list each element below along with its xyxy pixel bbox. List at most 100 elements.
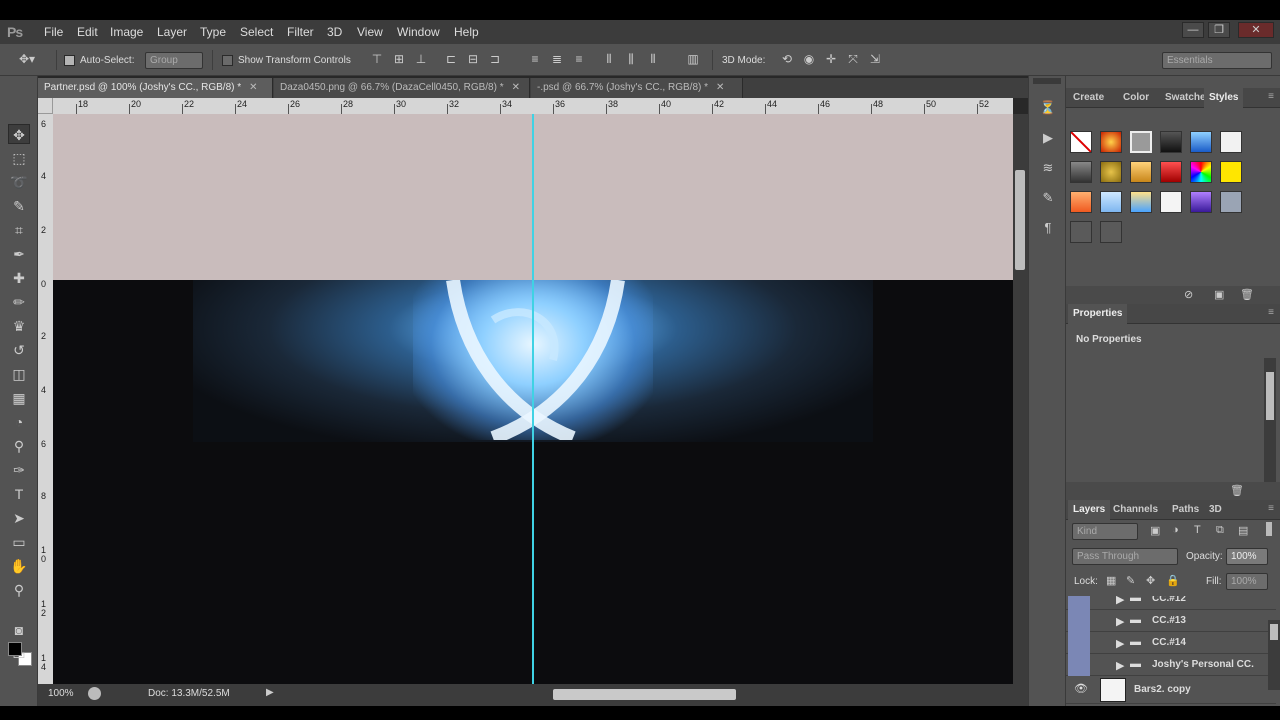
style-swatch[interactable] <box>1100 191 1122 213</box>
style-swatch[interactable] <box>1160 191 1182 213</box>
type-icon[interactable]: T <box>8 484 30 504</box>
auto-select-dropdown[interactable]: Group <box>145 52 203 69</box>
filter-type-icon[interactable]: T <box>1194 524 1201 536</box>
tab-create[interactable]: Create <box>1068 88 1109 108</box>
eye-icon[interactable]: 👁 <box>1074 682 1088 695</box>
expand-arrow-icon[interactable]: ▶ <box>1116 596 1124 606</box>
blend-mode-dropdown[interactable]: Pass Through <box>1072 548 1178 565</box>
distribute-bottom-icon[interactable]: ≡ <box>570 50 588 68</box>
auto-align-icon[interactable]: ▥ <box>684 50 702 68</box>
layer-row[interactable]: ▶ ▬ CC.#13 <box>1066 610 1276 632</box>
distribute-hcenter-icon[interactable]: ⫼ <box>622 50 640 68</box>
visibility-cell[interactable] <box>1068 632 1090 654</box>
lock-all-icon[interactable]: 🔒 <box>1166 574 1180 587</box>
panel-menu-icon[interactable]: ≡ <box>1268 91 1274 102</box>
pen-icon[interactable]: ✑ <box>8 460 30 480</box>
style-swatch[interactable] <box>1220 161 1242 183</box>
panel-menu-icon[interactable]: ≡ <box>1268 503 1274 514</box>
menu-filter[interactable]: Filter <box>287 25 314 39</box>
menu-help[interactable]: Help <box>454 25 479 39</box>
align-right-icon[interactable]: ⊐ <box>486 50 504 68</box>
close-icon[interactable]: ✕ <box>249 82 257 93</box>
menu-edit[interactable]: Edit <box>77 25 98 39</box>
style-swatch[interactable] <box>1190 131 1212 153</box>
tab-partner[interactable]: Partner.psd @ 100% (Joshy's CC., RGB/8) … <box>38 78 273 98</box>
filter-toggle[interactable] <box>1266 522 1272 536</box>
layer-name[interactable]: CC.#13 <box>1152 615 1186 626</box>
style-swatch[interactable] <box>1220 131 1242 153</box>
align-bottom-icon[interactable]: ⊥ <box>412 50 430 68</box>
close-button[interactable]: ✕ <box>1238 22 1274 38</box>
layer-filter-dropdown[interactable]: Kind <box>1072 523 1138 540</box>
style-swatch[interactable] <box>1100 161 1122 183</box>
show-transform-checkbox[interactable] <box>222 55 233 66</box>
align-top-icon[interactable]: ⊤ <box>368 50 386 68</box>
style-swatch[interactable] <box>1100 131 1122 153</box>
zoom-level[interactable]: 100% <box>48 688 74 699</box>
align-left-icon[interactable]: ⊏ <box>442 50 460 68</box>
character-icon[interactable]: ¶ <box>1038 218 1058 238</box>
eyedropper-icon[interactable]: ✒ <box>8 244 30 264</box>
layers-scrollbar[interactable] <box>1268 620 1280 690</box>
workspace-dropdown[interactable]: Essentials <box>1162 52 1272 69</box>
horizontal-ruler[interactable]: 18 20 22 24 26 28 30 32 34 36 38 40 42 44 46 48 50 52 <box>53 98 1013 114</box>
horizontal-scrollbar[interactable] <box>288 689 1008 700</box>
vertical-scroll-thumb[interactable] <box>1015 170 1025 270</box>
eraser-icon[interactable]: ◫ <box>8 364 30 384</box>
move-icon[interactable]: ✥ <box>8 124 30 144</box>
stamp-icon[interactable]: ♛ <box>8 316 30 336</box>
properties-scrollbar[interactable] <box>1264 358 1276 482</box>
lock-transparent-icon[interactable]: ▦ <box>1106 574 1116 587</box>
fill-input[interactable]: 100% <box>1226 573 1268 590</box>
menu-3d[interactable]: 3D <box>327 25 342 39</box>
auto-select-checkbox[interactable] <box>64 55 75 66</box>
layer-name[interactable]: Joshy's Personal CC. <box>1152 659 1254 670</box>
style-swatch[interactable] <box>1130 161 1152 183</box>
canvas[interactable] <box>53 114 1013 684</box>
distribute-top-icon[interactable]: ≡ <box>526 50 544 68</box>
tab-color[interactable]: Color <box>1118 88 1154 108</box>
vertical-scrollbar[interactable] <box>1013 114 1028 684</box>
style-none[interactable] <box>1070 131 1092 153</box>
lock-image-icon[interactable]: ✎ <box>1126 574 1135 587</box>
3d-rotate-icon[interactable]: ⟲ <box>778 50 796 68</box>
3d-roll-icon[interactable]: ◉ <box>800 50 818 68</box>
filter-smart-object-icon[interactable]: ▤ <box>1238 524 1248 537</box>
gradient-icon[interactable]: ▦ <box>8 388 30 408</box>
layer-name[interactable]: CC.#14 <box>1152 637 1186 648</box>
layer-name[interactable]: Bars2. copy <box>1134 684 1191 695</box>
style-swatch[interactable] <box>1160 161 1182 183</box>
hand-icon[interactable]: ✋ <box>8 556 30 576</box>
layer-row[interactable]: ▶ ▬ Joshy's Personal CC. <box>1066 654 1276 676</box>
style-swatch[interactable] <box>1190 161 1212 183</box>
crop-icon[interactable]: ⌗ <box>8 220 30 240</box>
panel-menu-icon[interactable]: ≡ <box>1268 307 1274 318</box>
horizontal-scroll-thumb[interactable] <box>553 689 736 700</box>
zoom-icon[interactable]: ⚲ <box>8 580 30 600</box>
ruler-origin[interactable] <box>38 98 53 114</box>
menu-layer[interactable]: Layer <box>157 25 187 39</box>
3d-slide-icon[interactable]: ⤧ <box>844 50 862 68</box>
tab-psd[interactable]: -.psd @ 66.7% (Joshy's CC., RGB/8) * ✕ <box>531 78 743 98</box>
lock-position-icon[interactable]: ✥ <box>1146 574 1155 587</box>
menu-view[interactable]: View <box>357 25 383 39</box>
dodge-icon[interactable]: ⚲ <box>8 436 30 456</box>
brush-icon[interactable]: ✏ <box>8 292 30 312</box>
expand-arrow-icon[interactable]: ▶ <box>1116 637 1124 650</box>
close-icon[interactable]: ✕ <box>716 82 724 93</box>
shape-icon[interactable]: ▭ <box>8 532 30 552</box>
filter-adjustment-icon[interactable]: ◑ <box>1172 524 1179 536</box>
adjustments-icon[interactable]: ≋ <box>1038 158 1058 178</box>
healing-icon[interactable]: ✚ <box>8 268 30 288</box>
quick-select-icon[interactable]: ✎ <box>8 196 30 216</box>
distribute-vcenter-icon[interactable]: ≣ <box>548 50 566 68</box>
filter-shape-icon[interactable]: ⧉ <box>1216 524 1224 537</box>
actions-icon[interactable]: ▶ <box>1038 128 1058 148</box>
3d-scale-icon[interactable]: ⇲ <box>866 50 884 68</box>
move-tool-preset-icon[interactable]: ✥▾ <box>18 50 36 68</box>
marquee-icon[interactable]: ⬚ <box>8 148 30 168</box>
layer-row[interactable]: 👁 Bars2. copy <box>1066 676 1276 704</box>
lasso-icon[interactable]: ➰ <box>8 172 30 192</box>
blur-icon[interactable]: ◔ <box>8 412 30 432</box>
layers-scroll-thumb[interactable] <box>1270 624 1278 640</box>
